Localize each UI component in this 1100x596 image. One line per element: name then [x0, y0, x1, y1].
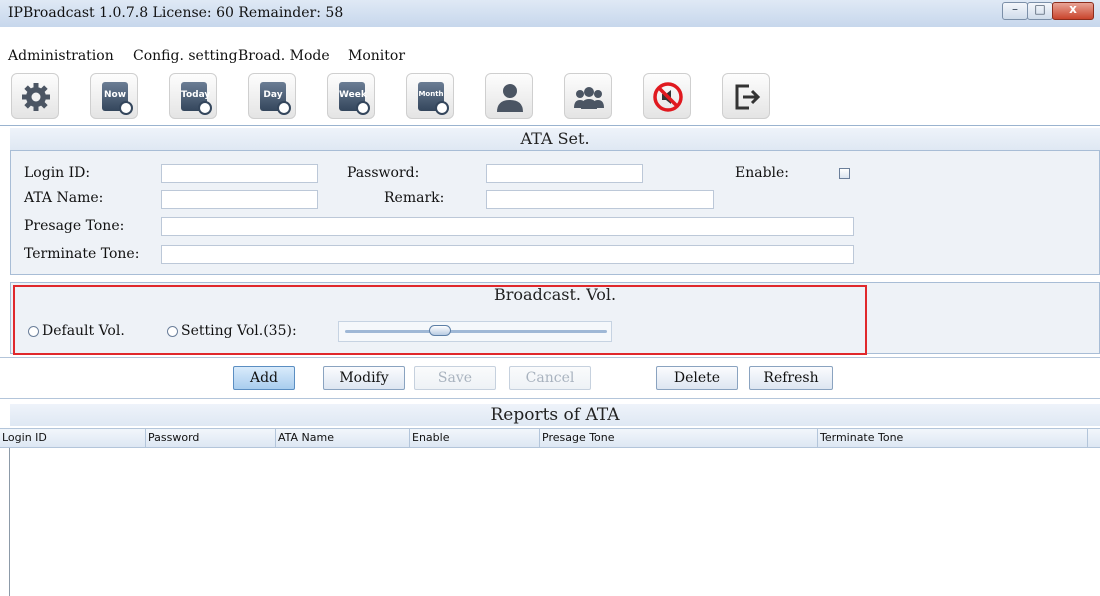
- month-label: Month: [418, 90, 444, 98]
- menu-config-setting[interactable]: Config. setting: [133, 48, 238, 64]
- remark-label: Remark:: [384, 190, 445, 206]
- now-schedule-button[interactable]: Now: [90, 73, 138, 119]
- mute-icon: [653, 82, 683, 112]
- volume-slider-track: [345, 330, 607, 333]
- minimize-button[interactable]: –: [1002, 2, 1028, 20]
- column-ata-name[interactable]: ATA Name: [276, 429, 410, 447]
- column-terminate-tone[interactable]: Terminate Tone: [818, 429, 1088, 447]
- refresh-button[interactable]: Refresh: [749, 366, 833, 390]
- table-header: Login ID Password ATA Name Enable Presag…: [0, 428, 1100, 448]
- terminate-tone-field[interactable]: [161, 245, 854, 264]
- week-schedule-icon: Week: [339, 82, 370, 115]
- menu-monitor[interactable]: Monitor: [348, 48, 405, 64]
- default-vol-label: Default Vol.: [42, 323, 125, 339]
- delete-button[interactable]: Delete: [656, 366, 738, 390]
- day-schedule-button[interactable]: Day: [248, 73, 296, 119]
- mute-button[interactable]: [643, 73, 691, 119]
- broadcast-vol-highlight: [13, 285, 867, 355]
- column-password[interactable]: Password: [146, 429, 276, 447]
- ata-set-title: ATA Set.: [10, 128, 1100, 150]
- cancel-button[interactable]: Cancel: [509, 366, 591, 390]
- presage-tone-field[interactable]: [161, 217, 854, 236]
- menu-broad-mode[interactable]: Broad. Mode: [238, 48, 330, 64]
- maximize-button[interactable]: □: [1027, 2, 1053, 20]
- modify-button[interactable]: Modify: [323, 366, 405, 390]
- column-login-id[interactable]: Login ID: [0, 429, 146, 447]
- today-label: Today: [181, 90, 211, 100]
- month-schedule-button[interactable]: Month: [406, 73, 454, 119]
- divider: [0, 125, 1100, 126]
- save-button[interactable]: Save: [414, 366, 496, 390]
- menu-administration[interactable]: Administration: [8, 48, 114, 64]
- month-schedule-icon: Month: [418, 82, 449, 115]
- close-icon: x: [1069, 2, 1077, 16]
- volume-slider-thumb[interactable]: [429, 325, 451, 336]
- group-icon: [574, 87, 604, 109]
- settings-button[interactable]: [11, 73, 59, 119]
- user-button[interactable]: [485, 73, 533, 119]
- menu-bar: Administration Config. setting Broad. Mo…: [0, 44, 1100, 66]
- window-title: IPBroadcast 1.0.7.8 License: 60 Remainde…: [8, 5, 344, 21]
- close-button[interactable]: x: [1052, 2, 1094, 20]
- week-label: Week: [339, 90, 367, 100]
- gear-icon: [22, 83, 50, 111]
- reports-title: Reports of ATA: [10, 404, 1100, 426]
- column-presage-tone[interactable]: Presage Tone: [540, 429, 818, 447]
- remark-field[interactable]: [486, 190, 714, 209]
- title-bar: IPBroadcast 1.0.7.8 License: 60 Remainde…: [0, 0, 1100, 27]
- exit-icon: [735, 84, 761, 110]
- group-button[interactable]: [564, 73, 612, 119]
- day-label: Day: [263, 90, 283, 100]
- enable-checkbox[interactable]: [839, 168, 850, 179]
- user-icon: [497, 84, 523, 112]
- default-vol-radio[interactable]: [28, 326, 39, 337]
- password-label: Password:: [347, 165, 420, 181]
- now-label: Now: [103, 90, 127, 100]
- column-overflow: [1088, 429, 1100, 447]
- login-id-label: Login ID:: [24, 165, 91, 181]
- ata-name-label: ATA Name:: [24, 190, 104, 206]
- exit-button[interactable]: [722, 73, 770, 119]
- login-id-field[interactable]: [161, 164, 318, 183]
- setting-vol-radio[interactable]: [167, 326, 178, 337]
- add-button[interactable]: Add: [233, 366, 295, 390]
- maximize-icon: □: [1034, 2, 1046, 16]
- setting-vol-label: Setting Vol.(35):: [181, 323, 297, 339]
- column-enable[interactable]: Enable: [410, 429, 540, 447]
- terminate-tone-label: Terminate Tone:: [24, 246, 140, 262]
- divider: [0, 357, 1100, 358]
- week-schedule-button[interactable]: Week: [327, 73, 375, 119]
- today-schedule-icon: Today: [181, 82, 212, 115]
- divider: [0, 398, 1100, 399]
- ata-name-field[interactable]: [161, 190, 318, 209]
- day-schedule-icon: Day: [260, 82, 291, 115]
- enable-label: Enable:: [735, 165, 790, 181]
- presage-tone-label: Presage Tone:: [24, 218, 125, 234]
- minimize-icon: –: [1012, 2, 1018, 16]
- password-field[interactable]: [486, 164, 643, 183]
- today-schedule-button[interactable]: Today: [169, 73, 217, 119]
- now-schedule-icon: Now: [102, 82, 133, 115]
- toolbar: Now Today Day Week Month: [0, 68, 1100, 124]
- reports-table-body[interactable]: [9, 448, 1100, 596]
